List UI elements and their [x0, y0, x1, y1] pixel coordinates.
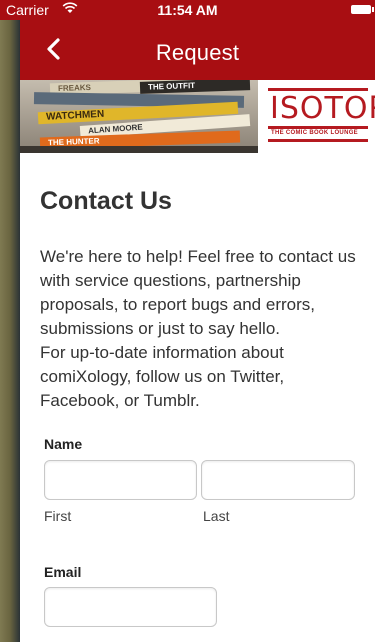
navigation-bar: Request	[20, 20, 375, 80]
header-banner: FREAKS THE OUTFIT WATCHMEN ALAN MOORE TH…	[20, 80, 375, 153]
nav-title: Request	[155, 40, 240, 65]
clock: 11:54 AM	[157, 2, 218, 18]
logo-rule	[268, 139, 368, 142]
email-label: Email	[44, 564, 82, 580]
last-name-input[interactable]	[202, 461, 354, 499]
comics-stack-image: FREAKS THE OUTFIT WATCHMEN ALAN MOORE TH…	[20, 80, 258, 153]
intro-paragraph: We're here to help! Feel free to contact…	[40, 247, 356, 338]
intro-text: We're here to help! Feel free to contact…	[40, 245, 360, 413]
first-name-label: First	[44, 508, 72, 524]
email-field[interactable]	[44, 587, 217, 627]
battery-icon	[351, 5, 374, 14]
isotope-logo: ISOTOPE THE COMIC BOOK LOUNGE	[268, 88, 375, 144]
screen: FREAKS THE OUTFIT WATCHMEN ALAN MOORE TH…	[20, 0, 375, 642]
book-spine	[20, 146, 258, 153]
book-spine: THE OUTFIT	[139, 80, 251, 94]
status-bar: Carrier 11:54 AM	[0, 0, 375, 20]
logo-subtitle: THE COMIC BOOK LOUNGE	[271, 130, 358, 136]
intro-paragraph: For up-to-date information about comiXol…	[40, 343, 285, 410]
first-name-input[interactable]	[45, 461, 196, 499]
last-name-field[interactable]	[201, 460, 355, 500]
page-heading: Contact Us	[40, 187, 172, 215]
name-label: Name	[44, 436, 83, 452]
logo-wordmark: ISOTOPE	[270, 91, 375, 126]
first-name-field[interactable]	[44, 460, 197, 500]
email-input[interactable]	[45, 588, 216, 626]
logo-rule	[268, 126, 368, 129]
last-name-label: Last	[203, 508, 230, 524]
